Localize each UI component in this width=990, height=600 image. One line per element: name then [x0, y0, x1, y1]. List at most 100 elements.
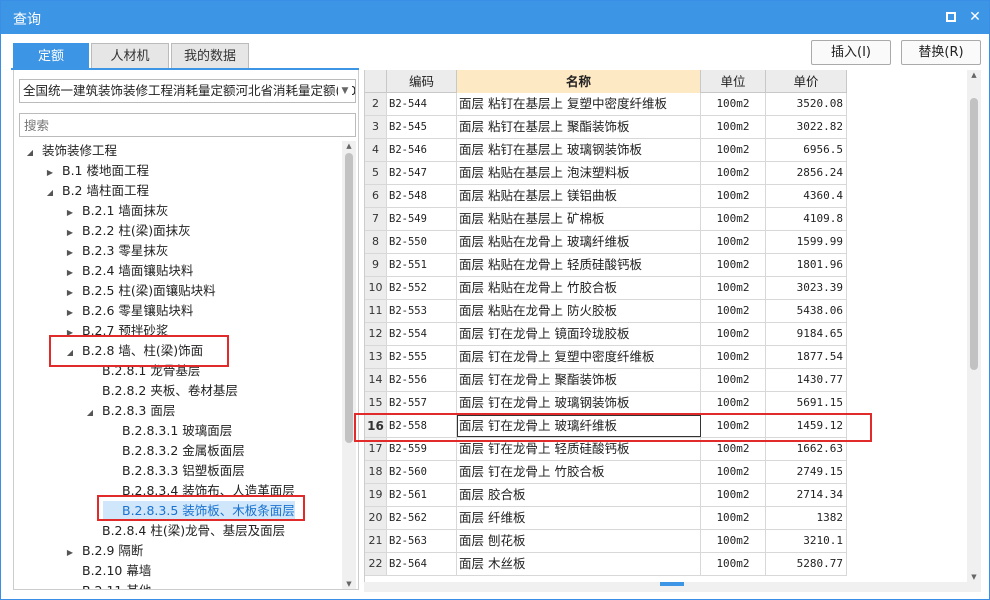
row-number[interactable]: 14 [365, 369, 387, 391]
row-number[interactable]: 19 [365, 484, 387, 506]
name-cell[interactable]: 面层 粘贴在基层上 泡沫塑料板 [457, 162, 701, 184]
tree-node[interactable]: B.2.8.2 夹板、卷材基层 [83, 381, 238, 401]
name-cell[interactable]: 面层 粘贴在基层上 镁铝曲板 [457, 185, 701, 207]
table-row[interactable]: 9 B2-551 面层 粘贴在龙骨上 轻质硅酸钙板 100m2 1801.96 [365, 254, 847, 277]
tree-node[interactable]: ▶ B.2.5 柱(梁)面镶贴块料 [63, 281, 216, 301]
table-row[interactable]: 10 B2-552 面层 粘贴在龙骨上 竹胶合板 100m2 3023.39 [365, 277, 847, 300]
unit-cell[interactable]: 100m2 [701, 162, 766, 184]
unit-cell[interactable]: 100m2 [701, 300, 766, 322]
tree-node[interactable]: ◢ B.2.8.3 面层 [83, 401, 175, 421]
name-cell[interactable]: 面层 胶合板 [457, 484, 701, 506]
code-cell[interactable]: B2-553 [387, 300, 457, 322]
code-cell[interactable]: B2-562 [387, 507, 457, 529]
code-cell[interactable]: B2-555 [387, 346, 457, 368]
tree-node[interactable]: ◢ B.2 墙柱面工程 [43, 181, 149, 201]
scroll-down-icon[interactable]: ▼ [342, 579, 356, 589]
unit-header[interactable]: 单位 [701, 70, 766, 93]
code-header[interactable]: 编码 [387, 70, 457, 93]
row-number[interactable]: 20 [365, 507, 387, 529]
price-cell[interactable]: 1382 [766, 507, 847, 529]
price-cell[interactable]: 6956.5 [766, 139, 847, 161]
table-row[interactable]: 6 B2-548 面层 粘贴在基层上 镁铝曲板 100m2 4360.4 [365, 185, 847, 208]
row-number[interactable]: 18 [365, 461, 387, 483]
table-row[interactable]: 14 B2-556 面层 钉在龙骨上 聚酯装饰板 100m2 1430.77 [365, 369, 847, 392]
code-cell[interactable]: B2-554 [387, 323, 457, 345]
price-cell[interactable]: 3210.1 [766, 530, 847, 552]
code-cell[interactable]: B2-547 [387, 162, 457, 184]
unit-cell[interactable]: 100m2 [701, 461, 766, 483]
tree-node[interactable]: B.2.10 幕墙 [63, 561, 151, 581]
splitter-handle[interactable] [660, 582, 684, 586]
splitter-bar[interactable] [364, 582, 981, 592]
table-row[interactable]: 13 B2-555 面层 钉在龙骨上 复塑中密度纤维板 100m2 1877.54 [365, 346, 847, 369]
tree-node[interactable]: ▶ B.2.6 零星镶贴块料 [63, 301, 193, 321]
table-row[interactable]: 3 B2-545 面层 粘钉在基层上 聚酯装饰板 100m2 3022.82 [365, 116, 847, 139]
tree-node[interactable]: ▶ B.2.11 其他 [63, 581, 151, 589]
table-row[interactable]: 11 B2-553 面层 粘贴在龙骨上 防火胶板 100m2 5438.06 [365, 300, 847, 323]
price-cell[interactable]: 3023.39 [766, 277, 847, 299]
name-cell[interactable]: 面层 木丝板 [457, 553, 701, 575]
table-row[interactable]: 4 B2-546 面层 粘钉在基层上 玻璃钢装饰板 100m2 6956.5 [365, 139, 847, 162]
unit-cell[interactable]: 100m2 [701, 369, 766, 391]
row-number[interactable]: 9 [365, 254, 387, 276]
price-cell[interactable]: 9184.65 [766, 323, 847, 345]
unit-cell[interactable]: 100m2 [701, 323, 766, 345]
search-input[interactable] [19, 113, 356, 137]
table-row[interactable]: 15 B2-557 面层 钉在龙骨上 玻璃钢装饰板 100m2 5691.15 [365, 392, 847, 415]
row-number[interactable]: 10 [365, 277, 387, 299]
name-cell[interactable]: 面层 钉在龙骨上 复塑中密度纤维板 [457, 346, 701, 368]
table-row[interactable]: 18 B2-560 面层 钉在龙骨上 竹胶合板 100m2 2749.15 [365, 461, 847, 484]
row-number[interactable]: 6 [365, 185, 387, 207]
collapse-arrow-icon[interactable]: ◢ [23, 143, 37, 163]
row-number[interactable]: 8 [365, 231, 387, 253]
name-cell[interactable]: 面层 粘贴在龙骨上 竹胶合板 [457, 277, 701, 299]
code-cell[interactable]: B2-556 [387, 369, 457, 391]
collapse-arrow-icon[interactable]: ◢ [83, 403, 97, 423]
tree-node[interactable]: ◢ 装饰装修工程 [23, 141, 117, 161]
expand-arrow-icon[interactable]: ▶ [63, 263, 77, 283]
expand-arrow-icon[interactable]: ▶ [63, 543, 77, 563]
name-cell[interactable]: 面层 粘钉在基层上 聚酯装饰板 [457, 116, 701, 138]
tree-node[interactable]: ▶ B.2.4 墙面镶贴块料 [63, 261, 193, 281]
name-cell[interactable]: 面层 钉在龙骨上 玻璃钢装饰板 [457, 392, 701, 414]
unit-cell[interactable]: 100m2 [701, 507, 766, 529]
price-cell[interactable]: 2714.34 [766, 484, 847, 506]
collapse-arrow-icon[interactable]: ◢ [43, 183, 57, 203]
unit-cell[interactable]: 100m2 [701, 116, 766, 138]
code-cell[interactable]: B2-557 [387, 392, 457, 414]
table-row[interactable]: 20 B2-562 面层 纤维板 100m2 1382 [365, 507, 847, 530]
close-icon[interactable]: ✕ [965, 7, 985, 27]
price-cell[interactable]: 4109.8 [766, 208, 847, 230]
table-row[interactable]: 12 B2-554 面层 钉在龙骨上 镜面玲珑胶板 100m2 9184.65 [365, 323, 847, 346]
table-scrollbar[interactable]: ▲ ▼ [967, 70, 981, 582]
row-number[interactable]: 3 [365, 116, 387, 138]
price-cell[interactable]: 5438.06 [766, 300, 847, 322]
row-number[interactable]: 13 [365, 346, 387, 368]
price-cell[interactable]: 2856.24 [766, 162, 847, 184]
unit-cell[interactable]: 100m2 [701, 484, 766, 506]
table-row[interactable]: 2 B2-544 面层 粘钉在基层上 复塑中密度纤维板 100m2 3520.08 [365, 93, 847, 116]
title-bar[interactable]: 查询 ✕ [1, 1, 989, 34]
name-cell[interactable]: 面层 纤维板 [457, 507, 701, 529]
table-row[interactable]: 5 B2-547 面层 粘贴在基层上 泡沫塑料板 100m2 2856.24 [365, 162, 847, 185]
price-cell[interactable]: 3520.08 [766, 93, 847, 115]
code-cell[interactable]: B2-560 [387, 461, 457, 483]
maximize-icon[interactable] [941, 7, 961, 27]
name-cell[interactable]: 面层 刨花板 [457, 530, 701, 552]
price-cell[interactable]: 1599.99 [766, 231, 847, 253]
name-cell[interactable]: 面层 钉在龙骨上 镜面玲珑胶板 [457, 323, 701, 345]
code-cell[interactable]: B2-550 [387, 231, 457, 253]
expand-arrow-icon[interactable]: ▶ [63, 283, 77, 303]
tree-node[interactable]: ▶ B.2.3 零星抹灰 [63, 241, 168, 261]
scroll-up-icon[interactable]: ▲ [342, 141, 356, 151]
tree-node[interactable]: ▶ B.2.9 隔断 [63, 541, 143, 561]
table-row[interactable]: 21 B2-563 面层 刨花板 100m2 3210.1 [365, 530, 847, 553]
row-number[interactable]: 5 [365, 162, 387, 184]
unit-cell[interactable]: 100m2 [701, 277, 766, 299]
row-number[interactable]: 12 [365, 323, 387, 345]
unit-cell[interactable]: 100m2 [701, 553, 766, 575]
scroll-up-icon[interactable]: ▲ [967, 70, 981, 80]
price-cell[interactable]: 2749.15 [766, 461, 847, 483]
unit-cell[interactable]: 100m2 [701, 208, 766, 230]
chevron-down-icon[interactable]: ▼ [338, 80, 352, 102]
